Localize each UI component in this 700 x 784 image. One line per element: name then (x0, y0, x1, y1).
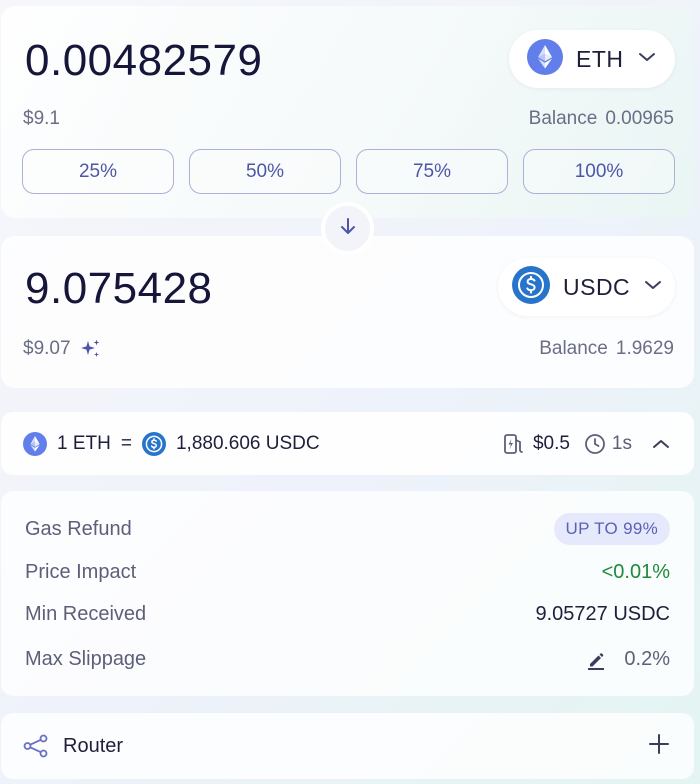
from-balance-label: Balance (528, 108, 598, 129)
swap-details-panel: Gas Refund UP TO 99% Price Impact <0.01%… (1, 491, 694, 696)
router-label: Router (63, 734, 124, 757)
sparkles-icon (80, 338, 102, 360)
chevron-down-icon (638, 50, 656, 68)
to-balance-value: 1.9629 (615, 338, 674, 359)
to-token-card: 9.075428 USDC $9.07 Balance 1.9629 (1, 236, 694, 388)
to-usd-value: $9.07 (23, 338, 71, 359)
from-usd-value: $9.1 (23, 108, 60, 129)
share-nodes-icon (23, 734, 49, 758)
min-received-row: Min Received 9.05727 USDC (25, 603, 670, 626)
chevron-up-icon[interactable] (652, 438, 670, 450)
gas-pump-icon (503, 433, 525, 455)
to-token-name: USDC (563, 273, 631, 300)
from-token-selector[interactable]: ETH (509, 30, 675, 88)
min-received-value: 9.05727 USDC (535, 603, 670, 625)
price-impact-value: <0.01% (601, 561, 670, 583)
to-usd-value-row: $9.07 (23, 338, 102, 360)
usdc-icon (141, 431, 166, 456)
to-amount-output: 9.075428 (25, 264, 213, 313)
max-slippage-label: Max Slippage (25, 648, 147, 670)
router-section[interactable]: Router (1, 713, 694, 779)
chevron-down-icon (644, 278, 662, 296)
ethereum-icon (23, 431, 47, 456)
from-token-name: ETH (576, 45, 624, 72)
estimated-time: 1s (611, 432, 632, 454)
rate-meta: $0.5 1s (503, 412, 670, 475)
max-slippage-value: 0.2% (624, 648, 670, 670)
price-impact-label: Price Impact (25, 561, 137, 583)
from-balance: Balance 0.00965 (529, 108, 674, 130)
percent-75-button[interactable]: 75% (356, 149, 508, 194)
from-token-card: 0.00482579 ETH $9.1 Balance 0.00965 25% 5… (1, 6, 694, 218)
percent-25-button[interactable]: 25% (22, 149, 174, 194)
to-balance: Balance 1.9629 (539, 338, 674, 360)
gas-refund-row: Gas Refund UP TO 99% (25, 513, 670, 545)
to-token-selector[interactable]: USDC (498, 258, 675, 316)
from-balance-value: 0.00965 (605, 108, 674, 129)
rate-from-amount: 1 ETH (57, 432, 111, 454)
ethereum-icon (527, 38, 563, 80)
from-amount-input[interactable]: 0.00482579 (25, 36, 262, 86)
usdc-icon (512, 265, 550, 309)
to-balance-label: Balance (539, 338, 608, 359)
percent-50-button[interactable]: 50% (189, 149, 341, 194)
swap-direction-button[interactable] (321, 202, 374, 255)
price-impact-row: Price Impact <0.01% (25, 561, 670, 584)
arrow-down-icon (339, 216, 357, 241)
min-received-label: Min Received (25, 603, 147, 625)
rate-equals: = (120, 432, 132, 454)
plus-icon[interactable] (648, 733, 670, 761)
max-slippage-control[interactable]: 0.2% (586, 648, 670, 671)
edit-pencil-icon[interactable] (586, 650, 606, 670)
percent-buttons: 25% 50% 75% 100% (22, 149, 675, 194)
gas-cost: $0.5 (532, 432, 570, 454)
percent-100-button[interactable]: 100% (523, 149, 675, 194)
max-slippage-row: Max Slippage 0.2% (25, 648, 670, 671)
clock-icon (584, 433, 606, 455)
gas-refund-label: Gas Refund (25, 517, 132, 540)
rate-to-amount: 1,880.606 USDC (175, 432, 320, 454)
exchange-rate-bar[interactable]: 1 ETH = 1,880.606 USDC $0.5 1s (1, 412, 694, 475)
gas-refund-badge: UP TO 99% (553, 513, 670, 545)
